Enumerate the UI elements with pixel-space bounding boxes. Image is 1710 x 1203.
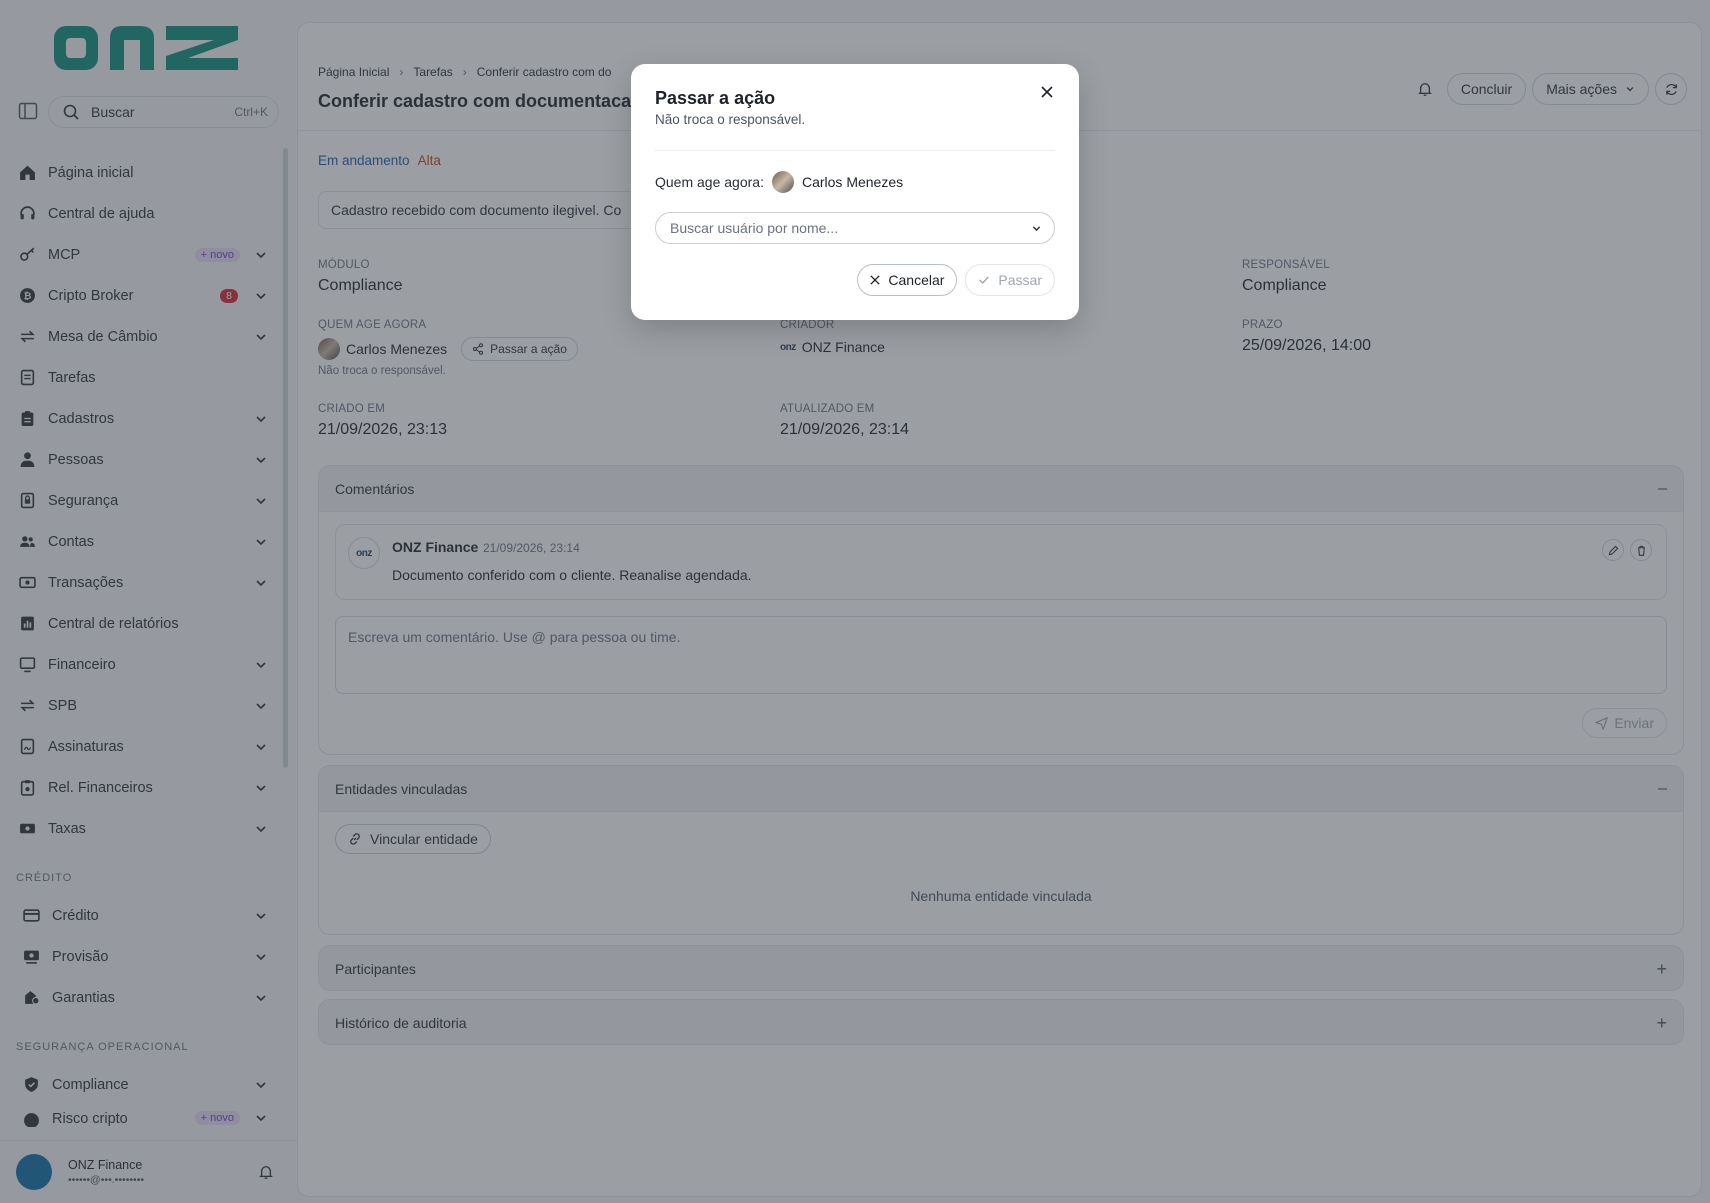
cancel-label: Cancelar bbox=[888, 272, 945, 288]
current-actor-label: Quem age agora: bbox=[655, 174, 764, 190]
current-actor: Quem age agora: Carlos Menezes bbox=[655, 171, 903, 193]
close-icon bbox=[870, 275, 881, 285]
current-actor-name: Carlos Menezes bbox=[801, 174, 904, 190]
chevron-down-icon bbox=[1032, 225, 1041, 231]
divider bbox=[655, 150, 1055, 151]
user-search-placeholder: Buscar usuário por nome... bbox=[670, 220, 839, 236]
dialog-title: Passar a ação bbox=[655, 88, 776, 108]
passar-acao-dialog: Passar a ação Não troca o responsável. Q… bbox=[631, 64, 1079, 320]
dialog-actions: Cancelar Passar bbox=[857, 264, 1055, 296]
pass-label: Passar bbox=[998, 272, 1042, 288]
check-icon bbox=[979, 276, 990, 284]
cancel-button[interactable]: Cancelar bbox=[857, 264, 958, 296]
pass-button[interactable]: Passar bbox=[965, 264, 1055, 296]
close-icon bbox=[1041, 86, 1053, 98]
avatar bbox=[771, 171, 794, 193]
user-search-select[interactable]: Buscar usuário por nome... bbox=[655, 212, 1055, 244]
close-button[interactable] bbox=[1035, 80, 1059, 104]
dialog-subtitle: Não troca o responsável. bbox=[655, 112, 806, 127]
